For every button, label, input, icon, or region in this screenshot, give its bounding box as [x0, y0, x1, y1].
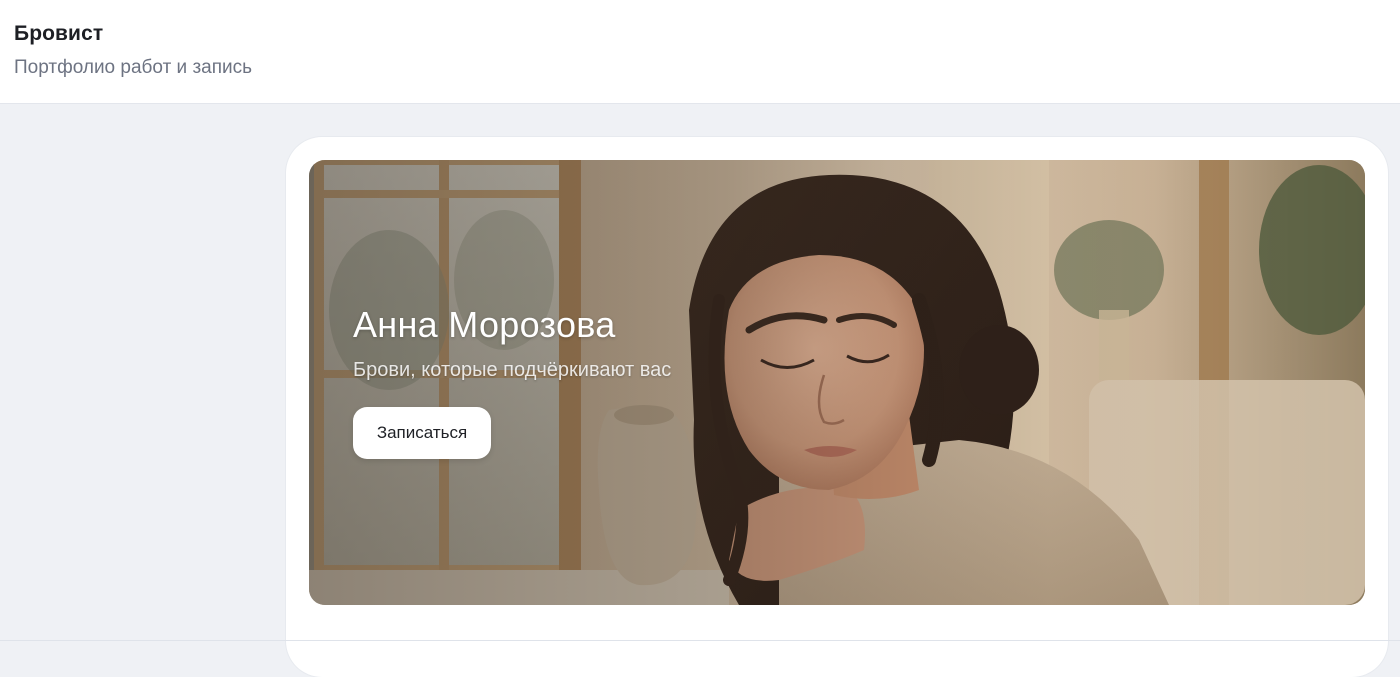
app-title: Бровист [14, 22, 104, 45]
book-appointment-button[interactable]: Записаться [353, 407, 491, 459]
hero-overlay [309, 160, 1365, 605]
hero-banner: Анна Морозова Брови, которые подчёркиваю… [309, 160, 1365, 605]
hero-tagline: Брови, которые подчёркивают вас [353, 359, 672, 381]
bottom-divider [0, 640, 1400, 641]
app-subtitle: Портфолио работ и запись [14, 57, 253, 78]
hero-name: Анна Морозова [353, 304, 616, 345]
app-header: Бровист Портфолио работ и запись [0, 0, 1400, 104]
